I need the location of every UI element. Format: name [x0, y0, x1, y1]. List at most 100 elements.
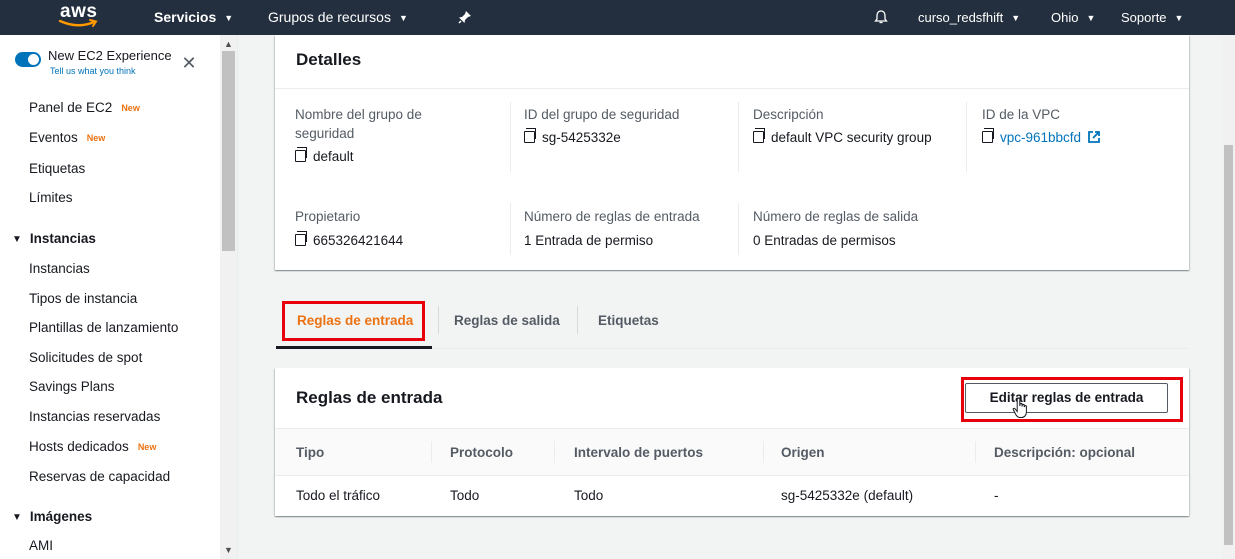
sidebar-item-label: Límites	[29, 190, 73, 205]
sidebar-item-ami[interactable]: AMI	[29, 538, 53, 553]
owner-text: 665326421644	[313, 233, 404, 248]
column-divider	[738, 203, 739, 255]
new-experience-toggle[interactable]	[15, 52, 41, 67]
tab-separator	[577, 306, 578, 334]
tab-tags[interactable]: Etiquetas	[598, 313, 659, 328]
column-header-port-range[interactable]: Intervalo de puertos	[574, 445, 703, 460]
owner-value: 665326421644	[295, 231, 404, 248]
support-menu[interactable]: Soporte ▼	[1121, 0, 1183, 35]
resource-groups-menu[interactable]: Grupos de recursos ▼	[268, 0, 408, 35]
sidebar-item-tags[interactable]: Etiquetas	[29, 161, 85, 176]
chevron-down-icon: ▼	[1174, 13, 1184, 23]
tab-outbound-rules[interactable]: Reglas de salida	[454, 313, 560, 328]
copy-icon[interactable]	[982, 128, 994, 143]
tab-separator	[438, 306, 439, 334]
sidebar-item-dedicated-hosts[interactable]: Hosts dedicados New	[29, 439, 156, 454]
sidebar-item-instances[interactable]: Instancias	[29, 261, 90, 276]
sidebar-item-label: Instancias	[29, 261, 90, 276]
sidebar-scrollbar[interactable]: ▲ ▼	[220, 35, 237, 559]
cell-description: -	[994, 488, 999, 503]
cell-type: Todo el tráfico	[296, 488, 381, 503]
sidebar-item-events[interactable]: Eventos New	[29, 130, 105, 145]
cell-port-range: Todo	[574, 488, 604, 503]
divider	[275, 88, 1189, 89]
table-header: Tipo Protocolo Intervalo de puertos Orig…	[275, 428, 1189, 476]
highlight-box-tab	[282, 301, 425, 341]
vpc-id-label: ID de la VPC	[982, 107, 1061, 122]
description-label: Descripción	[753, 107, 824, 122]
sidebar: New EC2 Experience Tell us what you thin…	[0, 35, 238, 559]
sidebar-item-label: Solicitudes de spot	[29, 350, 143, 365]
copy-icon[interactable]	[753, 128, 765, 143]
column-separator	[763, 441, 764, 463]
sidebar-item-label: Reservas de capacidad	[29, 469, 171, 484]
pin-icon[interactable]	[458, 0, 474, 35]
sidebar-item-label: AMI	[29, 538, 54, 553]
inbound-count-value: 1 Entrada de permiso	[524, 233, 654, 248]
column-header-source[interactable]: Origen	[781, 445, 825, 460]
bell-icon[interactable]	[873, 0, 891, 35]
vpc-id-link[interactable]: vpc-961bbcfd	[982, 128, 1101, 145]
chevron-down-icon: ▼	[398, 13, 408, 23]
cell-source: sg-5425332e (default)	[781, 488, 914, 503]
sidebar-scrollbar-thumb[interactable]	[222, 51, 235, 251]
column-divider	[510, 102, 511, 172]
vpc-id-text: vpc-961bbcfd	[1000, 130, 1082, 145]
chevron-down-icon: ▼	[1086, 13, 1096, 23]
section-label: Instancias	[29, 231, 96, 246]
services-menu[interactable]: Servicios ▼	[154, 0, 233, 35]
services-label: Servicios	[154, 9, 217, 25]
caret-down-icon: ▼	[12, 512, 22, 523]
active-tab-indicator	[276, 346, 432, 349]
feedback-link[interactable]: Tell us what you think	[50, 66, 136, 76]
group-name-text: default	[313, 149, 354, 164]
column-divider	[510, 203, 511, 255]
chevron-down-icon: ▼	[224, 13, 234, 23]
sidebar-section-images[interactable]: ▼ Imágenes	[12, 509, 92, 524]
chevron-down-icon: ▼	[1011, 13, 1021, 23]
sidebar-item-label: Instancias reservadas	[29, 409, 161, 424]
column-divider	[966, 102, 967, 172]
sidebar-item-reserved-instances[interactable]: Instancias reservadas	[29, 409, 160, 424]
group-id-value: sg-5425332e	[524, 128, 621, 145]
outbound-count-label: Número de reglas de salida	[753, 209, 919, 224]
sidebar-item-instance-types[interactable]: Tipos de instancia	[29, 291, 137, 306]
copy-icon[interactable]	[524, 128, 536, 143]
main-scrollbar[interactable]	[1222, 35, 1235, 559]
column-separator	[554, 441, 555, 463]
outbound-count-value: 0 Entradas de permisos	[753, 233, 896, 248]
sidebar-item-label: Hosts dedicados	[29, 439, 129, 454]
account-name: curso_redsfhift	[918, 10, 1004, 25]
sidebar-item-spot-requests[interactable]: Solicitudes de spot	[29, 350, 142, 365]
region-menu[interactable]: Ohio ▼	[1051, 0, 1095, 35]
top-navigation-bar: aws Servicios ▼ Grupos de recursos ▼ curso…	[0, 0, 1235, 35]
column-header-type[interactable]: Tipo	[296, 445, 324, 460]
sidebar-section-instances[interactable]: ▼ Instancias	[12, 231, 96, 246]
close-icon[interactable]: ✕	[181, 54, 197, 72]
column-header-description[interactable]: Descripción: opcional	[994, 445, 1135, 460]
copy-icon[interactable]	[295, 147, 307, 162]
scroll-down-icon[interactable]: ▼	[220, 543, 237, 557]
account-menu[interactable]: curso_redsfhift ▼	[918, 0, 1020, 35]
sidebar-item-ec2-dashboard[interactable]: Panel de EC2 New	[29, 100, 140, 115]
new-badge: New	[86, 133, 106, 143]
column-header-protocol[interactable]: Protocolo	[450, 445, 513, 460]
external-link-icon	[1088, 131, 1100, 143]
sidebar-item-launch-templates[interactable]: Plantillas de lanzamiento	[29, 320, 178, 335]
group-id-label: ID del grupo de seguridad	[524, 107, 680, 122]
scroll-up-icon[interactable]: ▲	[220, 37, 237, 51]
sidebar-item-label: Panel de EC2	[29, 100, 113, 115]
aws-logo[interactable]: aws	[58, 1, 102, 32]
cell-protocol: Todo	[450, 488, 480, 503]
group-name-value: default	[295, 147, 354, 164]
sidebar-item-savings-plans[interactable]: Savings Plans	[29, 379, 115, 394]
group-id-text: sg-5425332e	[542, 130, 621, 145]
inbound-rules-title: Reglas de entrada	[296, 388, 443, 407]
sidebar-item-capacity-reservations[interactable]: Reservas de capacidad	[29, 469, 170, 484]
sidebar-item-label: Savings Plans	[29, 379, 115, 394]
main-scrollbar-thumb[interactable]	[1224, 145, 1233, 545]
sidebar-item-limits[interactable]: Límites	[29, 190, 73, 205]
sidebar-item-label: Plantillas de lanzamiento	[29, 320, 179, 335]
column-separator	[431, 441, 432, 463]
copy-icon[interactable]	[295, 231, 307, 246]
